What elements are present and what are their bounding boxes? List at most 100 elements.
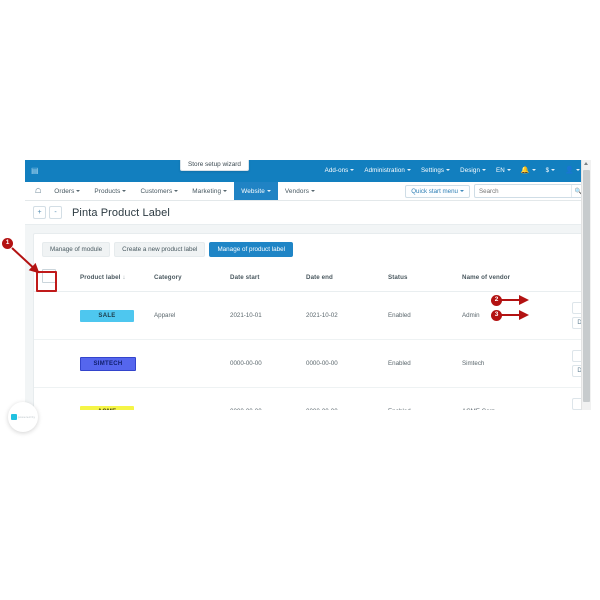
row-product-label-cell: SIMTECH <box>78 339 152 388</box>
table-row[interactable]: ACME 0000-00-00 0000-00-00 Enabled ACME … <box>34 387 591 410</box>
table-body: SALE Apparel 2021-10-01 2021-10-02 Enabl… <box>34 291 591 410</box>
chevron-down-icon <box>551 169 556 172</box>
column-status[interactable]: Status <box>386 265 460 292</box>
column-name-of-vendor[interactable]: Name of vendor <box>460 265 544 292</box>
row-status-cell: Enabled <box>386 387 460 410</box>
row-status-cell: Enabled <box>386 291 460 340</box>
scroll-up-arrow-icon[interactable] <box>584 162 588 165</box>
top-item-language[interactable]: EN <box>491 160 516 182</box>
chevron-down-icon <box>406 169 411 172</box>
top-item-administration[interactable]: Administration <box>359 160 416 182</box>
product-label-badge: ACME <box>80 405 134 410</box>
sec-nav-item-products-label: Products <box>94 187 121 195</box>
column-date-end[interactable]: Date end <box>304 265 386 292</box>
annotation-marker-1: 1 <box>2 238 13 249</box>
sec-nav-item-website[interactable]: Website <box>234 182 278 200</box>
home-icon[interactable]: ☖ <box>29 182 47 200</box>
secondary-nav-right: Quick start menu 🔍 <box>405 182 591 200</box>
product-label-card: Manage of module Create a new product la… <box>33 233 591 410</box>
row-category-cell <box>152 339 228 388</box>
top-item-design[interactable]: Design <box>455 160 491 182</box>
sec-nav-item-orders[interactable]: Orders <box>47 182 87 200</box>
vertical-scrollbar[interactable] <box>581 160 591 410</box>
column-product-label-text: Product label <box>80 273 121 281</box>
bell-icon: 🔔 <box>520 167 530 174</box>
quick-start-menu-button[interactable]: Quick start menu <box>405 184 470 198</box>
notifications-bell[interactable]: 🔔 <box>516 160 541 182</box>
chevron-down-icon <box>223 190 228 192</box>
chevron-down-icon <box>460 189 464 192</box>
sec-nav-item-vendors[interactable]: Vendors <box>278 182 322 200</box>
row-date-start-cell: 0000-00-00 <box>228 339 304 388</box>
page-title-row: + - Pinta Product Label <box>25 201 591 225</box>
currency-label: $ <box>545 167 550 174</box>
sort-indicator-icon: ↓ <box>122 274 126 281</box>
row-status-cell: Enabled <box>386 339 460 388</box>
row-category-cell <box>152 387 228 410</box>
column-date-start[interactable]: Date start <box>228 265 304 292</box>
product-label-badge: SIMTECH <box>80 356 136 371</box>
row-product-label-cell: ACME <box>78 387 152 410</box>
row-date-start-cell: 2021-10-01 <box>228 291 304 340</box>
sec-nav-item-marketing[interactable]: Marketing <box>185 182 234 200</box>
expand-button[interactable]: + <box>33 206 46 219</box>
table-row[interactable]: SALE Apparel 2021-10-01 2021-10-02 Enabl… <box>34 291 591 340</box>
row-checkbox-cell <box>34 339 78 388</box>
table-row[interactable]: SIMTECH 0000-00-00 0000-00-00 Enabled Si… <box>34 339 591 388</box>
collapse-button[interactable]: - <box>49 206 62 219</box>
row-checkbox-cell <box>34 291 78 340</box>
sec-nav-item-customers[interactable]: Customers <box>133 182 185 200</box>
search-input[interactable] <box>475 185 571 197</box>
currency-selector[interactable]: $ <box>541 160 561 182</box>
annotation-marker-3: 3 <box>491 310 502 321</box>
chevron-down-icon <box>76 190 81 192</box>
table-head: Product label ↓ Category Date start Date… <box>34 265 591 292</box>
table-header-row: Product label ↓ Category Date start Date… <box>34 265 591 292</box>
chevron-down-icon <box>122 190 127 192</box>
cart-icon[interactable]: ▤ <box>31 167 39 175</box>
top-item-settings[interactable]: Settings <box>416 160 455 182</box>
sec-nav-item-customers-label: Customers <box>140 187 173 195</box>
store-setup-wizard-pill[interactable]: Store setup wizard <box>180 160 249 171</box>
chevron-down-icon <box>446 169 451 172</box>
row-date-start-cell: 0000-00-00 <box>228 387 304 410</box>
content-area: Manage of module Create a new product la… <box>25 225 591 410</box>
tab-manage-of-module[interactable]: Manage of module <box>42 242 111 257</box>
secondary-nav: ☖ Orders Products Customers Marketing We… <box>25 182 591 201</box>
scrollbar-thumb[interactable] <box>583 170 590 402</box>
page-title: Pinta Product Label <box>72 206 170 219</box>
row-vendor-cell: Admin <box>460 291 544 340</box>
row-vendor-cell: ACME Corp <box>460 387 544 410</box>
chevron-down-icon <box>350 169 355 172</box>
tab-manage-of-product-label[interactable]: Manage of product label <box>209 242 293 257</box>
top-item-add-ons[interactable]: Add-ons <box>320 160 360 182</box>
row-checkbox-cell <box>34 387 78 410</box>
top-item-language-label: EN <box>496 167 505 174</box>
chevron-down-icon <box>174 190 179 192</box>
row-date-end-cell: 0000-00-00 <box>304 339 386 388</box>
chevron-down-icon <box>576 169 580 172</box>
tab-bar: Manage of module Create a new product la… <box>34 240 582 265</box>
sec-nav-item-website-label: Website <box>241 187 265 195</box>
chevron-down-icon <box>482 169 486 172</box>
chat-widget-icon <box>10 414 17 420</box>
row-date-end-cell: 2021-10-02 <box>304 291 386 340</box>
admin-window: ▤ Add-ons Administration Settings Design… <box>25 160 591 410</box>
annotation-marker-2: 2 <box>491 295 502 306</box>
row-category-cell: Apparel <box>152 291 228 340</box>
row-vendor-cell: Simtech <box>460 339 544 388</box>
column-category[interactable]: Category <box>152 265 228 292</box>
sec-nav-item-marketing-label: Marketing <box>192 187 222 195</box>
row-date-end-cell: 0000-00-00 <box>304 387 386 410</box>
sec-nav-item-products[interactable]: Products <box>87 182 133 200</box>
chevron-down-icon <box>311 190 316 192</box>
select-all-checkbox-highlight <box>36 271 57 292</box>
chat-widget-label: powered by <box>17 415 36 419</box>
sec-nav-item-orders-label: Orders <box>54 187 75 195</box>
tab-create-a-new-product-label[interactable]: Create a new product label <box>114 242 206 257</box>
top-item-add-ons-label: Add-ons <box>324 167 349 174</box>
chat-widget-button[interactable]: powered by <box>8 402 38 432</box>
column-product-label[interactable]: Product label ↓ <box>78 265 152 292</box>
product-labels-table: Product label ↓ Category Date start Date… <box>34 265 591 410</box>
sec-nav-item-vendors-label: Vendors <box>284 187 310 195</box>
